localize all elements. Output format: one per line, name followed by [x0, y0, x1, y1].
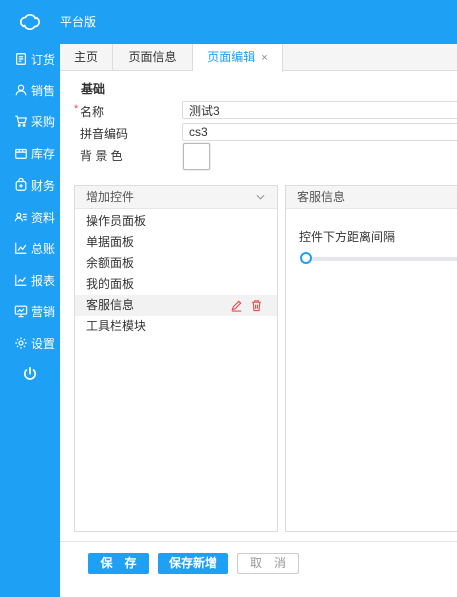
sidebar-item-finance[interactable]: 财务 — [0, 172, 60, 198]
gear-icon — [15, 337, 27, 349]
control-item-label: 工具栏模块 — [86, 319, 147, 333]
sidebar-item-label: 资料 — [31, 210, 56, 225]
sidebar-item-label: 采购 — [31, 114, 56, 129]
chart-icon — [15, 242, 27, 254]
tab-home[interactable]: 主页 — [60, 44, 113, 71]
sidebar-item-marketing[interactable]: 营销 — [0, 298, 60, 324]
pinyin-field[interactable] — [182, 123, 457, 141]
cart-icon — [15, 115, 27, 127]
save-new-button[interactable]: 保存新增 — [158, 553, 228, 574]
spacing-slider-track[interactable] — [306, 257, 457, 261]
control-item-label: 客服信息 — [86, 298, 135, 312]
spacing-label: 控件下方距离间隔 — [299, 230, 396, 244]
monitor-icon — [14, 305, 28, 318]
delete-icon[interactable] — [250, 299, 263, 312]
bg-color-label: 背 景 色 — [80, 149, 123, 163]
sidebar-item-stock[interactable]: 库存 — [0, 140, 60, 166]
control-item-balance-panel[interactable]: 余额面板 — [75, 253, 277, 274]
save-button[interactable]: 保 存 — [88, 553, 149, 574]
cloud-link-icon — [20, 13, 40, 31]
detail-panel-header: 客服信息 — [286, 186, 457, 209]
report-icon — [15, 274, 27, 286]
control-item-label: 操作员面板 — [86, 214, 147, 228]
controls-panel-header[interactable]: 增加控件 — [75, 186, 277, 209]
control-item-label: 我的面板 — [86, 277, 135, 291]
sidebar-item-sales[interactable]: 销售 — [0, 77, 60, 103]
sidebar-item-data[interactable]: 资料 — [0, 204, 60, 230]
sidebar-item-label: 报表 — [31, 273, 56, 288]
top-bar: 平台版 — [0, 0, 457, 44]
controls-panel-title: 增加控件 — [86, 190, 135, 204]
sidebar: 订货 销售 采购 库存 财务 资料 总账 报表 营销 设置 — [0, 44, 60, 597]
wallet-icon — [15, 178, 27, 191]
sidebar-item-label: 财务 — [31, 178, 56, 193]
tab-page-edit[interactable]: 页面编辑 × — [193, 44, 283, 72]
edit-icon[interactable] — [230, 299, 243, 312]
bg-color-picker[interactable] — [183, 143, 210, 170]
detail-panel: 客服信息 控件下方距离间隔 — [285, 185, 457, 532]
tab-label: 主页 — [73, 50, 98, 64]
control-item-operator-panel[interactable]: 操作员面板 — [75, 211, 277, 232]
sidebar-item-label: 设置 — [31, 336, 56, 351]
brand-title: 平台版 — [60, 15, 97, 29]
order-doc-icon — [16, 53, 26, 65]
controls-panel: 增加控件 操作员面板 单据面板 余额面板 我的面板 客服信息 工具栏模块 — [74, 185, 278, 532]
sidebar-item-label: 营销 — [31, 304, 56, 319]
power-icon[interactable] — [22, 366, 38, 382]
user-icon — [15, 84, 27, 96]
control-item-label: 单据面板 — [86, 235, 135, 249]
warehouse-icon — [15, 148, 27, 159]
sidebar-item-purchase[interactable]: 采购 — [0, 108, 60, 134]
sidebar-item-label: 销售 — [31, 83, 56, 98]
sidebar-item-ledger[interactable]: 总账 — [0, 235, 60, 261]
tab-label: 页面信息 — [128, 50, 177, 64]
detail-panel-title: 客服信息 — [297, 190, 346, 204]
control-item-label: 余额面板 — [86, 256, 135, 270]
spacing-slider-handle[interactable] — [300, 252, 312, 264]
tab-label: 页面编辑 — [207, 50, 256, 64]
control-item-customer-service[interactable]: 客服信息 — [75, 295, 277, 316]
cancel-button[interactable]: 取 消 — [237, 553, 299, 574]
name-field[interactable] — [182, 101, 457, 119]
control-item-toolbar-module[interactable]: 工具栏模块 — [75, 316, 277, 337]
section-title: 基础 — [81, 82, 106, 96]
sidebar-item-label: 总账 — [31, 241, 56, 256]
required-mark: * — [74, 103, 79, 115]
sidebar-item-report[interactable]: 报表 — [0, 267, 60, 293]
sidebar-item-settings[interactable]: 设置 — [0, 330, 60, 356]
close-icon[interactable]: × — [261, 52, 267, 64]
footer-bar: 保 存 保存新增 取 消 — [60, 541, 457, 597]
main-content: 主页 页面信息 页面编辑 × 基础 * 名称 拼音编码 背 景 色 增加控件 操作… — [60, 44, 457, 597]
contacts-icon — [14, 212, 27, 222]
pinyin-label: 拼音编码 — [80, 127, 129, 141]
sidebar-item-label: 订货 — [31, 52, 56, 67]
control-item-my-panel[interactable]: 我的面板 — [75, 274, 277, 295]
tab-page-info[interactable]: 页面信息 — [113, 44, 193, 71]
control-item-document-panel[interactable]: 单据面板 — [75, 232, 277, 253]
sidebar-item-label: 库存 — [31, 146, 56, 161]
name-label: 名称 — [80, 105, 105, 119]
sidebar-item-order[interactable]: 订货 — [0, 46, 60, 72]
chevron-down-icon[interactable] — [256, 194, 265, 200]
tab-bar: 主页 页面信息 页面编辑 × — [60, 44, 457, 72]
